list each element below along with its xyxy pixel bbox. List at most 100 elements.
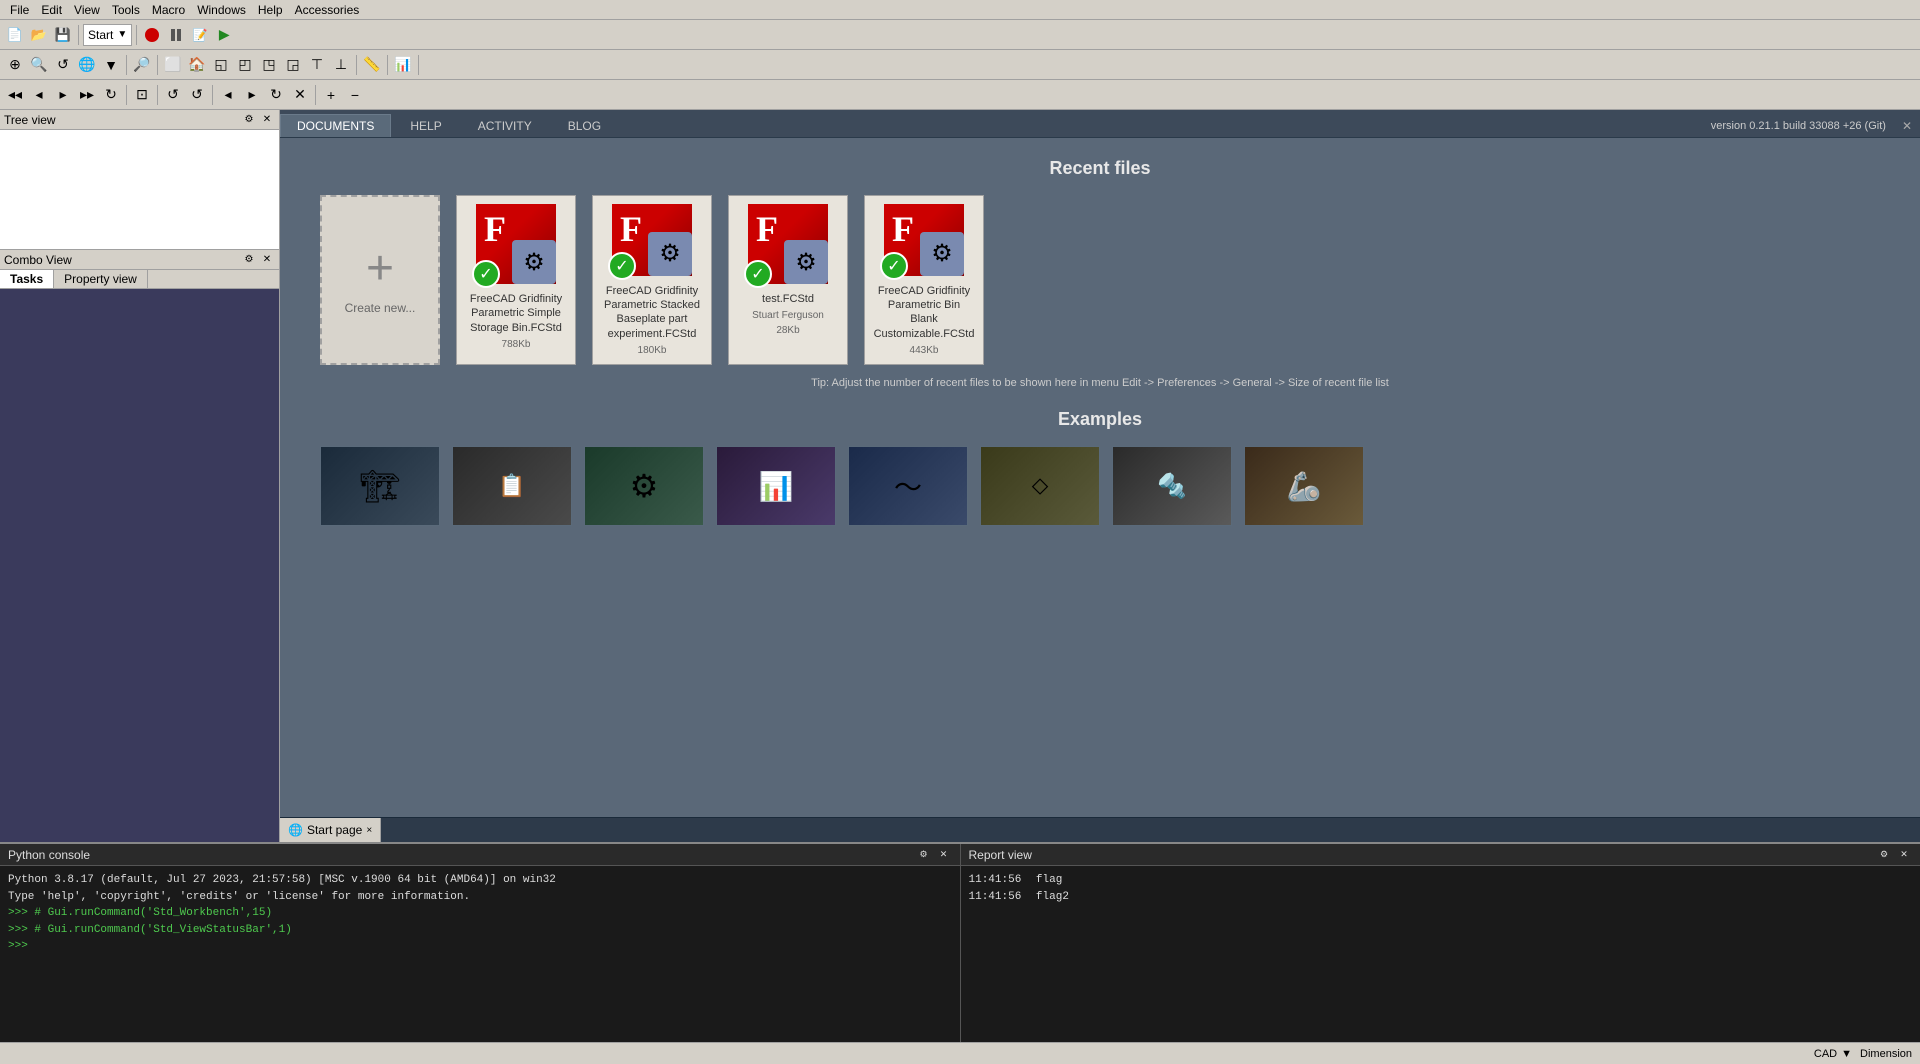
select-mode-button[interactable]: ⊡	[131, 84, 153, 106]
pause-button[interactable]	[165, 24, 187, 46]
recent-file-4[interactable]: F ⚙ ✓ FreeCAD Gridfinity Parametric Bin …	[864, 195, 984, 365]
example-card-3[interactable]: ⚙	[584, 446, 704, 526]
refresh2-button[interactable]: ↺	[186, 84, 208, 106]
combo-settings-button[interactable]: ⚙	[241, 252, 257, 268]
menu-windows[interactable]: Windows	[191, 2, 252, 18]
play-button[interactable]	[213, 24, 235, 46]
python-close-button[interactable]: ✕	[936, 847, 952, 863]
check-icon: ✓	[472, 260, 500, 288]
tb-sep-7	[418, 55, 419, 75]
view-rear-button[interactable]: ◱	[210, 54, 232, 76]
menu-macro[interactable]: Macro	[146, 2, 191, 18]
new-button[interactable]	[4, 24, 26, 46]
create-new-label: Create new...	[345, 301, 416, 315]
report-settings-button[interactable]: ⚙	[1876, 847, 1892, 863]
toolbar-separator-2	[136, 25, 137, 45]
menu-edit[interactable]: Edit	[35, 2, 68, 18]
nav-button[interactable]: 🌐	[76, 54, 98, 76]
example-card-6[interactable]: ⬦	[980, 446, 1100, 526]
save-button[interactable]	[52, 24, 74, 46]
python-settings-button[interactable]: ⚙	[916, 847, 932, 863]
rotate-cw-button[interactable]: ↺	[52, 54, 74, 76]
combo-tab-tasks[interactable]: Tasks	[0, 270, 54, 288]
nav-left-button[interactable]: ◂	[28, 84, 50, 106]
view-left-button[interactable]: ◲	[282, 54, 304, 76]
tb-sep-9	[157, 85, 158, 105]
recent-file-1[interactable]: F ⚙ ✓ FreeCAD Gridfinity Parametric Simp…	[456, 195, 576, 365]
box-select-button[interactable]: ⬜	[162, 54, 184, 76]
refresh-button[interactable]: ↻	[100, 84, 122, 106]
example-card-5[interactable]: 〜	[848, 446, 968, 526]
plus-zoom-button[interactable]: +	[320, 84, 342, 106]
tab-help[interactable]: HELP	[393, 114, 458, 137]
example-card-7[interactable]: 🔩	[1112, 446, 1232, 526]
minus-zoom-button[interactable]: −	[344, 84, 366, 106]
combo-view: Combo View ⚙ ✕ Tasks Property view	[0, 250, 279, 842]
toolbar-row-1: Start ▼ 📝	[0, 20, 1920, 50]
view-home-button[interactable]: 🏠	[186, 54, 208, 76]
menu-tools[interactable]: Tools	[106, 2, 146, 18]
example-card-4[interactable]: 📊	[716, 446, 836, 526]
view-bottom-button[interactable]: ⊥	[330, 54, 352, 76]
workbench-dropdown[interactable]: Start ▼	[83, 24, 132, 46]
measure-button[interactable]: 📏	[361, 54, 383, 76]
content-close-button[interactable]: ✕	[1894, 115, 1920, 137]
zoom-in-button[interactable]: 🔎	[131, 54, 153, 76]
tree-close-button[interactable]: ✕	[259, 112, 275, 128]
file-icon-4: F ⚙ ✓	[884, 204, 964, 276]
zoom-selection-button[interactable]: 🔍	[28, 54, 50, 76]
workbench-label: Start	[88, 28, 113, 42]
view-menu-button[interactable]: ▼	[100, 54, 122, 76]
tab-blog[interactable]: BLOG	[551, 114, 618, 137]
example-card-1[interactable]: 🏗	[320, 446, 440, 526]
start-page-tab[interactable]: 🌐 Start page ×	[280, 818, 381, 842]
back-nav-button[interactable]: ◂	[217, 84, 239, 106]
report-time-1: 11:41:56	[969, 891, 1022, 903]
gear-icon-3: ⚙	[784, 240, 828, 284]
tab-documents[interactable]: DOCUMENTS	[280, 114, 391, 137]
report-close-button[interactable]: ✕	[1896, 847, 1912, 863]
forward-nav-button[interactable]: ▸	[241, 84, 263, 106]
tb-sep-4	[157, 55, 158, 75]
menu-help[interactable]: Help	[252, 2, 289, 18]
view-front-button[interactable]: ◰	[234, 54, 256, 76]
recent-file-2[interactable]: F ⚙ ✓ FreeCAD Gridfinity Parametric Stac…	[592, 195, 712, 365]
stop-button[interactable]	[141, 24, 163, 46]
fc-letter-2: F	[620, 208, 642, 250]
dimension-status[interactable]: Dimension	[1860, 1048, 1912, 1060]
cad-status[interactable]: CAD ▼	[1814, 1048, 1852, 1060]
nav-right-right-button[interactable]: ▸▸	[76, 84, 98, 106]
upper-area: Tree view ⚙ ✕ Combo View ⚙ ✕	[0, 110, 1920, 842]
rotate-btn2[interactable]: ↺	[162, 84, 184, 106]
view-top-button[interactable]: ⊤	[306, 54, 328, 76]
menu-accessories[interactable]: Accessories	[289, 2, 366, 18]
combo-close-button[interactable]: ✕	[259, 252, 275, 268]
python-content[interactable]: Python 3.8.17 (default, Jul 27 2023, 21:…	[0, 866, 960, 1042]
tab-activity[interactable]: ACTIVITY	[461, 114, 549, 137]
bottom-area: Python console ⚙ ✕ Python 3.8.17 (defaul…	[0, 842, 1920, 1042]
menu-file[interactable]: File	[4, 2, 35, 18]
macro-edit-button[interactable]: 📝	[189, 24, 211, 46]
stop-icon	[145, 28, 159, 42]
tree-settings-button[interactable]: ⚙	[241, 112, 257, 128]
example-card-2[interactable]: 📋	[452, 446, 572, 526]
view-right-button[interactable]: ◳	[258, 54, 280, 76]
start-tab-close-button[interactable]: ×	[366, 825, 372, 836]
combo-tab-property[interactable]: Property view	[54, 270, 148, 288]
stop-nav-button[interactable]: ✕	[289, 84, 311, 106]
tree-view: Tree view ⚙ ✕	[0, 110, 279, 250]
create-new-card[interactable]: + Create new...	[320, 195, 440, 365]
example-card-8[interactable]: 🦾	[1244, 446, 1364, 526]
nav-right-button[interactable]: ▸	[52, 84, 74, 106]
recent-file-3[interactable]: F ⚙ ✓ test.FCStd Stuart Ferguson 28Kb	[728, 195, 848, 365]
recent-files-title: Recent files	[320, 158, 1880, 179]
reload-button[interactable]: ↻	[265, 84, 287, 106]
nav-left-left-button[interactable]: ◂◂	[4, 84, 26, 106]
fit-all-button[interactable]: ⊕	[4, 54, 26, 76]
toolbar-row-3: ◂◂ ◂ ▸ ▸▸ ↻ ⊡ ↺ ↺ ◂ ▸ ↻ ✕ + −	[0, 80, 1920, 110]
menu-view[interactable]: View	[68, 2, 106, 18]
gear-icon-2: ⚙	[648, 232, 692, 276]
file-size-2: 180Kb	[638, 345, 667, 356]
open-button[interactable]	[28, 24, 50, 46]
spreadsheet-button[interactable]: 📊	[392, 54, 414, 76]
